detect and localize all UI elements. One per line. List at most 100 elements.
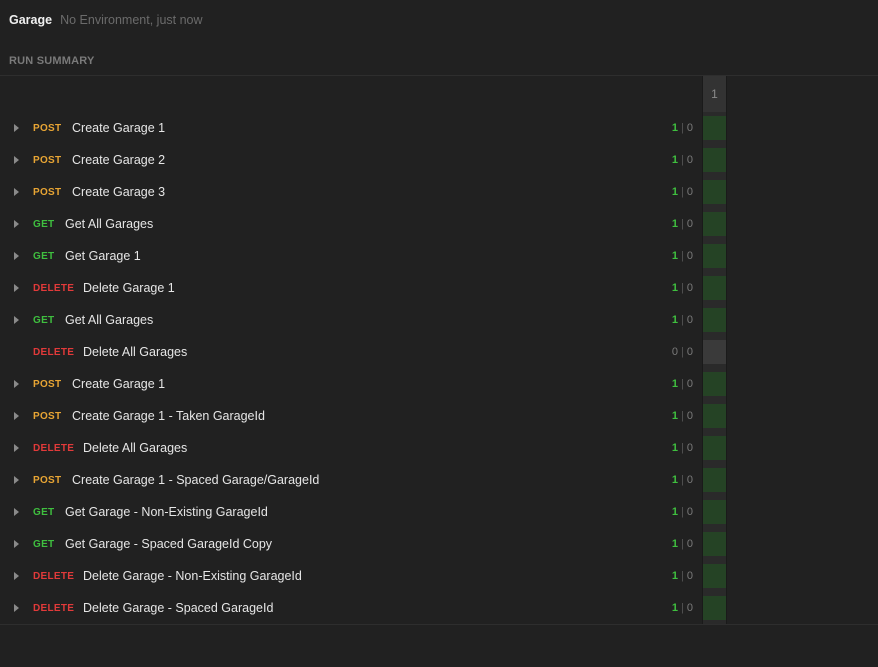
caret-right-icon[interactable] (14, 316, 19, 324)
request-name[interactable]: Delete All Garages (83, 441, 187, 455)
method-badge: POST (33, 474, 62, 486)
count-separator: | (681, 410, 684, 422)
iteration-result-cell[interactable] (703, 212, 726, 236)
passed-count: 1 (671, 474, 679, 486)
request-row[interactable]: DELETE Delete All Garages 1 | 0 (0, 432, 878, 464)
collection-name[interactable]: Garage (9, 13, 52, 27)
caret-right-icon[interactable] (14, 476, 19, 484)
request-row[interactable]: GET Get Garage - Non-Existing GarageId 1 | 0 (0, 496, 878, 528)
iteration-result-cell[interactable] (703, 468, 726, 492)
request-row[interactable]: POST Create Garage 2 1 | 0 (0, 144, 878, 176)
request-name[interactable]: Create Garage 1 (72, 377, 165, 391)
iteration-result-cell[interactable] (703, 276, 726, 300)
iteration-result-cell[interactable] (703, 436, 726, 460)
caret-right-icon[interactable] (14, 156, 19, 164)
count-separator: | (681, 346, 684, 358)
request-row[interactable]: POST Create Garage 1 1 | 0 (0, 368, 878, 400)
failed-count: 0 (686, 346, 693, 358)
method-badge: DELETE (33, 346, 75, 358)
method-badge: POST (33, 122, 62, 134)
count-separator: | (681, 602, 684, 614)
request-name[interactable]: Delete All Garages (83, 345, 187, 359)
failed-count: 0 (686, 442, 693, 454)
request-row[interactable]: DELETE Delete Garage 1 1 | 0 (0, 272, 878, 304)
method-badge: GET (33, 250, 55, 262)
failed-count: 0 (686, 378, 693, 390)
count-separator: | (681, 186, 684, 198)
caret-right-icon[interactable] (14, 220, 19, 228)
request-row[interactable]: DELETE Delete All Garages 0 | 0 (0, 336, 878, 368)
request-name[interactable]: Delete Garage 1 (83, 281, 175, 295)
caret-right-icon[interactable] (14, 572, 19, 580)
caret-right-icon[interactable] (14, 508, 19, 516)
count-separator: | (681, 314, 684, 326)
request-row[interactable]: GET Get All Garages 1 | 0 (0, 208, 878, 240)
request-row[interactable]: POST Create Garage 1 - Spaced Garage/Gara… (0, 464, 878, 496)
caret-right-icon[interactable] (14, 380, 19, 388)
iteration-result-cell[interactable] (703, 500, 726, 524)
test-counts: 1 | 0 (672, 282, 693, 294)
method-badge: POST (33, 378, 62, 390)
caret-right-icon[interactable] (14, 444, 19, 452)
count-separator: | (681, 474, 684, 486)
request-row[interactable]: POST Create Garage 1 - Taken GarageId 1 | 0 (0, 400, 878, 432)
request-name[interactable]: Get All Garages (65, 313, 153, 327)
request-name[interactable]: Create Garage 3 (72, 185, 165, 199)
passed-count: 1 (671, 282, 679, 294)
request-name[interactable]: Get Garage - Spaced GarageId Copy (65, 537, 272, 551)
iteration-header[interactable]: 1 (702, 76, 727, 112)
iteration-result-cell[interactable] (703, 596, 726, 620)
failed-count: 0 (686, 122, 693, 134)
failed-count: 0 (686, 250, 693, 262)
request-name[interactable]: Delete Garage - Non-Existing GarageId (83, 569, 302, 583)
caret-right-icon[interactable] (14, 284, 19, 292)
iteration-result-cell[interactable] (703, 564, 726, 588)
test-counts: 1 | 0 (672, 538, 693, 550)
request-row[interactable]: GET Get All Garages 1 | 0 (0, 304, 878, 336)
caret-right-icon[interactable] (14, 124, 19, 132)
passed-count: 1 (671, 186, 679, 198)
request-row[interactable]: POST Create Garage 3 1 | 0 (0, 176, 878, 208)
iteration-result-cell[interactable] (703, 244, 726, 268)
request-row[interactable]: GET Get Garage - Spaced GarageId Copy 1 | 0 (0, 528, 878, 560)
passed-count: 1 (671, 250, 679, 262)
request-row[interactable]: DELETE Delete Garage - Non-Existing Garag… (0, 560, 878, 592)
request-row[interactable]: GET Get Garage 1 1 | 0 (0, 240, 878, 272)
request-row[interactable]: POST Create Garage 1 1 | 0 (0, 112, 878, 144)
request-name[interactable]: Create Garage 1 (72, 121, 165, 135)
request-name[interactable]: Delete Garage - Spaced GarageId (83, 601, 273, 615)
method-badge: DELETE (33, 282, 75, 294)
iteration-result-cell[interactable] (703, 372, 726, 396)
request-name[interactable]: Get Garage 1 (65, 249, 141, 263)
caret-right-icon[interactable] (14, 604, 19, 612)
request-name[interactable]: Create Garage 1 - Taken GarageId (72, 409, 265, 423)
iteration-result-cell[interactable] (703, 404, 726, 428)
iteration-result-cell[interactable] (703, 532, 726, 556)
iteration-result-cell[interactable] (703, 308, 726, 332)
run-meta: No Environment, just now (60, 13, 203, 27)
iteration-result-cell[interactable] (703, 340, 726, 364)
request-name[interactable]: Get Garage - Non-Existing GarageId (65, 505, 268, 519)
test-counts: 1 | 0 (672, 506, 693, 518)
method-badge: POST (33, 410, 62, 422)
count-separator: | (681, 282, 684, 294)
failed-count: 0 (686, 570, 693, 582)
iteration-result-cell[interactable] (703, 148, 726, 172)
request-name[interactable]: Get All Garages (65, 217, 153, 231)
test-counts: 1 | 0 (672, 474, 693, 486)
failed-count: 0 (686, 538, 693, 550)
divider (0, 75, 878, 76)
iteration-result-cell[interactable] (703, 116, 726, 140)
test-counts: 1 | 0 (672, 442, 693, 454)
iteration-result-cell[interactable] (703, 180, 726, 204)
caret-right-icon[interactable] (14, 540, 19, 548)
caret-right-icon[interactable] (14, 412, 19, 420)
caret-right-icon[interactable] (14, 252, 19, 260)
request-name[interactable]: Create Garage 1 - Spaced Garage/GarageId (72, 473, 319, 487)
request-row[interactable]: DELETE Delete Garage - Spaced GarageId 1 | 0 (0, 592, 878, 624)
failed-count: 0 (686, 314, 693, 326)
count-separator: | (681, 538, 684, 550)
request-name[interactable]: Create Garage 2 (72, 153, 165, 167)
section-label: RUN SUMMARY (9, 55, 95, 67)
caret-right-icon[interactable] (14, 188, 19, 196)
